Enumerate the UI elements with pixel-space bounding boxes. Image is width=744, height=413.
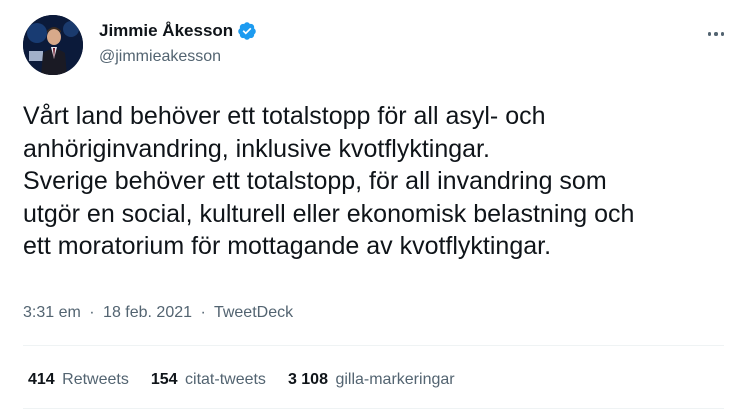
tweet-text-line: Sverige behöver ett totalstopp, för all … <box>23 167 607 195</box>
tweet-stats: 414 Retweets 154 citat-tweets 3 108 gill… <box>28 371 477 389</box>
verified-badge-icon <box>238 22 256 40</box>
meta-separator: · <box>200 304 206 321</box>
retweets-label: Retweets <box>62 371 129 388</box>
avatar-photo <box>23 15 83 75</box>
meta-separator: · <box>89 304 95 321</box>
retweets-count: 414 <box>28 371 55 388</box>
tweet-text-line: utgör en social, kulturell eller ekonomi… <box>23 199 635 228</box>
tweet-source[interactable]: TweetDeck <box>214 304 293 321</box>
avatar[interactable] <box>23 15 83 75</box>
user-handle[interactable]: @jimmieakesson <box>99 48 221 66</box>
divider <box>23 345 724 346</box>
likes-count: 3 108 <box>287 371 328 388</box>
retweets-stat[interactable]: 414 Retweets <box>28 371 129 389</box>
tweet-text-line: ett moratorium för mottagande av kvotfly… <box>23 232 552 260</box>
divider <box>23 408 724 409</box>
quotes-stat[interactable]: 154 citat-tweets <box>151 371 266 389</box>
tweet-meta: 3:31 em · 18 feb. 2021 · TweetDeck <box>23 304 293 322</box>
tweet-text-line: anhöriginvandring, inklusive kvotflyktin… <box>23 134 490 163</box>
tweet-text-line: Vårt land behöver ett totalstopp för all… <box>23 102 546 130</box>
quotes-label: citat-tweets <box>185 371 266 388</box>
tweet-text: Vårt land behöver ett totalstopp för all… <box>23 100 738 263</box>
tweet-card: Jimmie Åkesson @jimmieakesson Vårt land … <box>0 0 744 413</box>
tweet-time[interactable]: 3:31 em <box>23 304 81 321</box>
tweet-date[interactable]: 18 feb. 2021 <box>103 304 192 321</box>
quotes-count: 154 <box>150 371 178 388</box>
likes-stat[interactable]: 3 108 gilla-markeringar <box>288 371 455 389</box>
more-options-icon[interactable] <box>702 20 730 48</box>
display-name[interactable]: Jimmie Åkesson <box>99 21 233 41</box>
likes-label: gilla-markeringar <box>335 371 455 388</box>
